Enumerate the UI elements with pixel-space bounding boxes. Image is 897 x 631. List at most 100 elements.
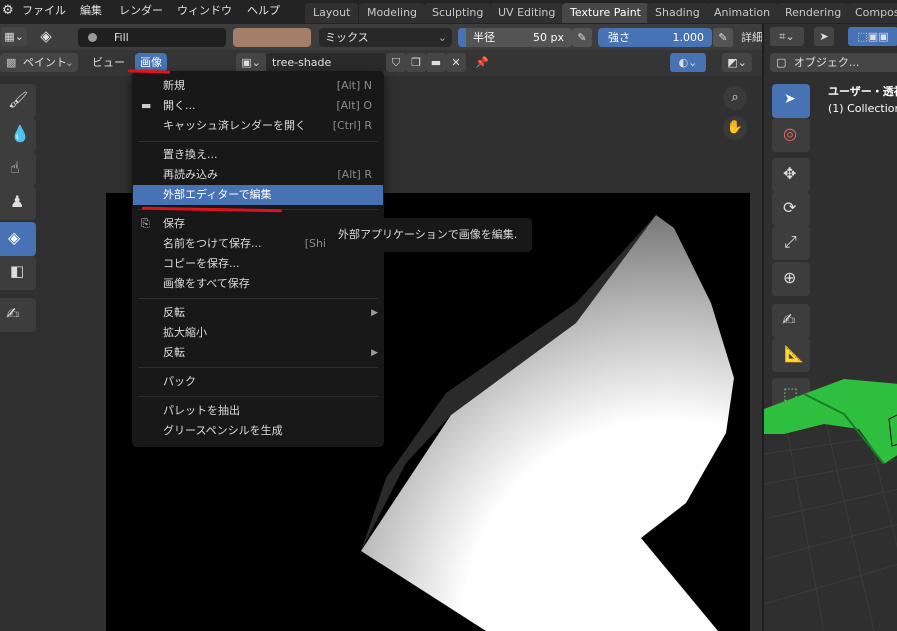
editor-type-icon[interactable]: ▦⌄ — [1, 27, 27, 46]
view-title: ユーザー・透視 — [828, 85, 897, 98]
tab-animation[interactable]: Animation — [706, 3, 779, 23]
overlay-toggle-icon[interactable]: ◐⌄ — [670, 53, 706, 72]
tab-sculpting[interactable]: Sculpting — [424, 3, 492, 23]
tool-draw-brush[interactable]: 🖌 — [0, 84, 36, 118]
tool-soften[interactable]: 💧 — [0, 118, 36, 152]
menu-item-open-cached-render[interactable]: キャッシュ済レンダーを開く [Ctrl] R — [132, 116, 384, 136]
tool-mask[interactable]: ◧ — [0, 256, 36, 290]
radius-value: 50 px — [533, 31, 564, 44]
checker-icon: ▩ — [6, 56, 17, 69]
select-mode-icons[interactable]: ⬚▣▣ — [848, 27, 897, 46]
tool-transform[interactable]: ⊕ — [772, 262, 810, 296]
details-menu[interactable]: 詳細 — [741, 28, 762, 47]
brush-icon: 🖌 — [8, 90, 29, 109]
brush-name: Fill — [114, 31, 129, 44]
brush-selector[interactable]: Fill — [78, 28, 226, 47]
annotate-pen-icon: ✍ — [782, 310, 796, 329]
gizmo-icon[interactable]: ⌗⌄ — [770, 27, 804, 46]
tab-compositing[interactable]: Composi — [847, 3, 897, 23]
menu-window[interactable]: ウィンドウ — [177, 0, 232, 24]
menu-file[interactable]: ファイル — [22, 0, 66, 24]
tooltip: 外部アプリケーションで画像を編集. — [325, 218, 532, 252]
menu-view[interactable]: ビュー — [92, 53, 125, 72]
strength-value: 1.000 — [672, 31, 705, 44]
move-arrows-icon: ✥ — [783, 164, 797, 183]
tab-shading[interactable]: Shading — [647, 3, 708, 23]
pen-pressure-icon[interactable]: ✎ — [572, 28, 592, 47]
menu-item-new[interactable]: 新規 [Alt] N — [132, 76, 384, 96]
open-folder-icon[interactable]: ▬ — [426, 53, 446, 72]
tab-texture-paint[interactable]: Texture Paint — [562, 3, 649, 23]
menu-item-resize[interactable]: 拡大縮小 — [132, 323, 384, 343]
folder-icon: ▬ — [141, 99, 152, 112]
fake-user-shield-icon[interactable]: ⛉ — [386, 53, 406, 72]
tab-layout[interactable]: Layout — [305, 3, 359, 23]
unlink-x-icon[interactable]: ✕ — [446, 53, 466, 72]
menu-item-reload[interactable]: 再読み込み [Alt] R — [132, 165, 384, 185]
tool-clone[interactable]: ♟ — [0, 186, 36, 220]
menu-item-replace[interactable]: 置き換え... — [132, 145, 384, 165]
mode-dropdown[interactable]: ▩ ペイント ⌄ — [0, 53, 78, 72]
tool-select-box[interactable]: ➤ — [772, 84, 810, 118]
tool-rotate[interactable]: ⟳ — [772, 192, 810, 226]
menu-item-generate-grease-pencil[interactable]: グリースペンシルを生成 — [132, 421, 384, 441]
3d-cursor-icon: ◎ — [783, 124, 797, 143]
fill-bucket-icon: ◈ — [40, 27, 52, 45]
strength-pressure-icon[interactable]: ✎ — [713, 28, 733, 47]
image-name-field[interactable]: tree-shade — [266, 53, 386, 72]
menu-item-pack[interactable]: パック — [132, 372, 384, 392]
menu-help[interactable]: ヘルプ — [247, 0, 280, 24]
tool-annotate-3d[interactable]: ✍ — [772, 304, 810, 338]
menu-render[interactable]: レンダー — [119, 0, 163, 24]
cursor-arrow-icon: ➤ — [784, 91, 796, 107]
brush-color-swatch[interactable] — [233, 28, 311, 47]
tab-modeling[interactable]: Modeling — [359, 3, 426, 23]
image-browse-icon[interactable]: ▣⌄ — [236, 53, 266, 72]
blend-mode-value: ミックス — [325, 31, 369, 44]
chevron-down-icon: ⌄ — [64, 56, 74, 69]
menu-item-invert[interactable]: 反転 ▶ — [132, 303, 384, 323]
menu-item-save-all[interactable]: 画像をすべて保存 — [132, 274, 384, 294]
menu-item-flip[interactable]: 反転 ▶ — [132, 343, 384, 363]
fill-bucket-icon: ◈ — [8, 228, 21, 247]
3d-viewport[interactable]: ⌗⌄ ➤ ⬚▣▣ ▢ オブジェク... ユーザー・透視 (1) Collecti… — [762, 24, 897, 631]
menu-item-edit-externally[interactable]: 外部エディターで編集 — [133, 185, 383, 205]
tab-uv-editing[interactable]: UV Editing — [490, 3, 564, 23]
strength-label: 強さ — [608, 31, 630, 44]
tool-move[interactable]: ✥ — [772, 158, 810, 192]
blend-mode-dropdown[interactable]: ミックス ⌄ — [319, 28, 452, 47]
image-menu-dropdown: 新規 [Alt] N ▬ 開く... [Alt] O キャッシュ済レンダーを開く [Ct… — [132, 71, 384, 447]
radius-label: 半径 — [473, 31, 495, 44]
radius-slider[interactable]: 半径 50 px — [458, 28, 572, 47]
menu-item-extract-palette[interactable]: パレットを抽出 — [132, 401, 384, 421]
transform-icon: ⊕ — [783, 268, 797, 287]
tool-annotate[interactable]: ✍ — [0, 298, 36, 332]
menu-item-open[interactable]: ▬ 開く... [Alt] O — [132, 96, 384, 116]
select-cursor-icon[interactable]: ➤ — [814, 27, 834, 46]
tool-scale[interactable]: ⤢ — [772, 226, 810, 260]
tool-fill[interactable]: ◈ — [0, 222, 36, 256]
brush-sphere-icon — [88, 33, 97, 42]
duplicate-icon[interactable]: ❐ — [406, 53, 426, 72]
menu-edit[interactable]: 編集 — [80, 0, 102, 24]
blender-logo-icon[interactable]: ⚙ — [2, 0, 14, 24]
zoom-icon[interactable]: ⌕ — [723, 86, 747, 110]
droplet-icon: 💧 — [10, 124, 30, 143]
object-icon: ▢ — [776, 56, 787, 69]
tab-rendering[interactable]: Rendering — [777, 3, 850, 23]
pin-icon[interactable]: 📌 — [472, 53, 492, 72]
object-mode-dropdown[interactable]: ▢ オブジェク... — [770, 53, 897, 72]
menu-item-save-copy[interactable]: コピーを保存... — [132, 254, 384, 274]
stamp-icon: ♟ — [10, 192, 25, 211]
scene-grid-and-mesh — [764, 379, 897, 631]
tool-3d-cursor[interactable]: ◎ — [772, 118, 810, 152]
mask-icon: ◧ — [10, 262, 25, 280]
chevron-down-icon: ⌄ — [437, 31, 447, 44]
pan-hand-icon[interactable]: ✋ — [723, 116, 747, 140]
scale-icon: ⤢ — [784, 232, 797, 251]
smear-icon: ☝ — [10, 158, 20, 177]
mode-value: ペイント — [22, 56, 67, 69]
display-channels-icon[interactable]: ◩⌄ — [722, 53, 752, 72]
tool-smear[interactable]: ☝ — [0, 152, 36, 186]
strength-slider[interactable]: 強さ 1.000 — [598, 28, 712, 47]
